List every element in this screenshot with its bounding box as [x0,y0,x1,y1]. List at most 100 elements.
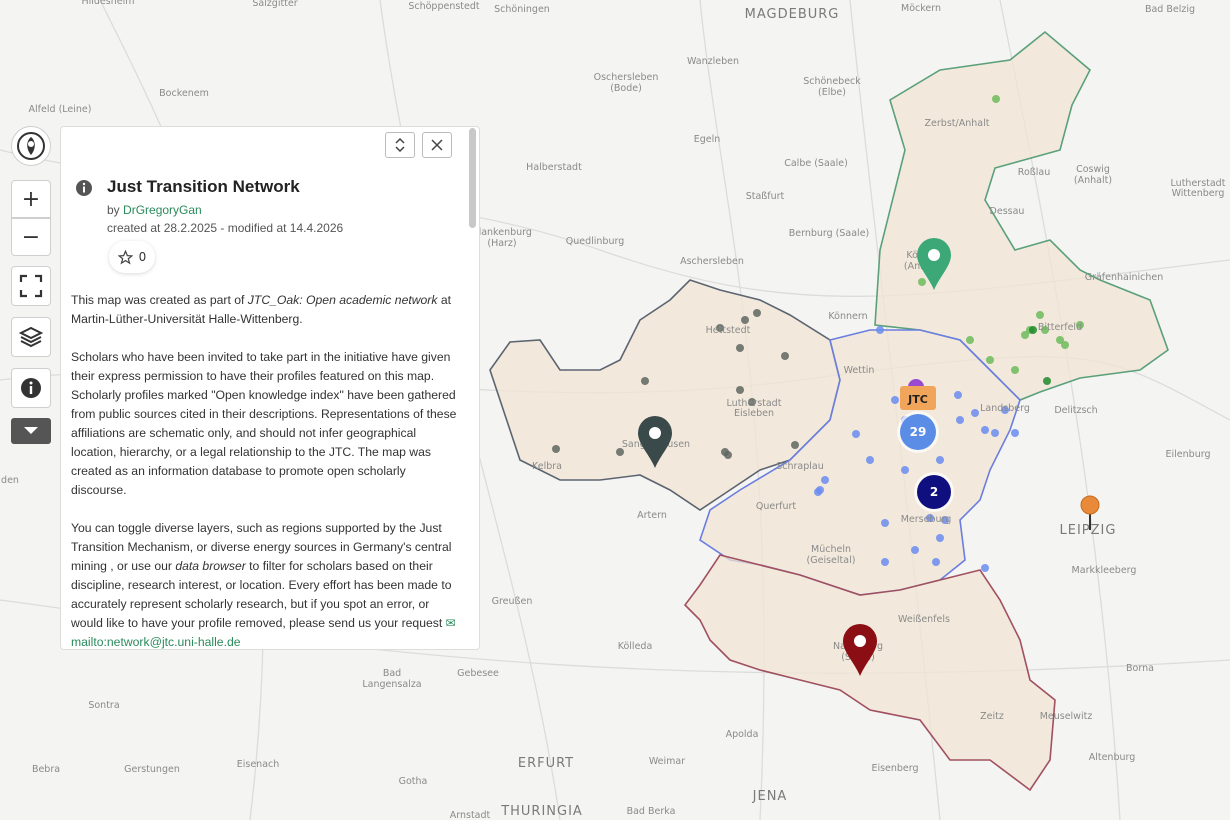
date-line: created at 28.2.2025 - modified at 14.4.… [107,221,344,235]
place-label: Markkleeberg [1072,565,1137,576]
scholar-dot[interactable] [932,558,940,566]
layers-icon [19,326,43,348]
place-label: Borna [1126,663,1154,674]
scholar-dot[interactable] [736,344,744,352]
place-label: Roßlau [1018,167,1050,178]
place-label: Mücheln [811,544,851,555]
place-label: den [1,475,19,486]
scholar-dot[interactable] [992,95,1000,103]
place-label: Delitzsch [1054,405,1097,416]
scholar-dot[interactable] [781,352,789,360]
place-label: Bitterfeld [1038,322,1082,333]
panel-expand-button[interactable] [385,132,415,158]
scholar-dot[interactable] [552,445,560,453]
place-label: (Elbe) [818,87,846,98]
scholar-dot[interactable] [918,278,926,286]
place-label: Schraplau [776,461,824,472]
place-label: Zeitz [980,711,1004,722]
scholar-dot[interactable] [936,534,944,542]
info-button[interactable] [11,368,51,408]
scholar-dot[interactable] [956,416,964,424]
place-label: Schönebeck [803,76,861,87]
scholar-dot[interactable] [891,396,899,404]
place-label: Schöningen [494,4,550,15]
scroll-thumb[interactable] [469,128,476,228]
author-link[interactable]: DrGregoryGan [123,203,202,217]
place-label: Altenburg [1089,752,1136,763]
layers-button[interactable] [11,317,51,357]
logo-button[interactable] [11,126,51,166]
star-count: 0 [138,250,147,264]
scholar-dot[interactable] [852,430,860,438]
scholar-dot[interactable] [1043,377,1051,385]
star-button[interactable]: 0 [109,241,155,273]
cluster-marker[interactable]: 29 [897,411,939,453]
scholar-dot[interactable] [866,456,874,464]
collapse-toggle[interactable] [11,418,51,444]
info-panel: Just Transition Network by DrGregoryGan … [60,126,480,650]
scholar-dot[interactable] [1011,429,1019,437]
place-label: Apolda [726,729,759,740]
cluster-marker[interactable]: 2 [914,472,954,512]
place-label: Wanzleben [687,56,739,67]
desc-paragraph-2: Scholars who have been invited to take p… [71,350,457,497]
place-label: Bockenem [159,88,209,99]
place-label: Salzgitter [252,0,297,9]
fullscreen-button[interactable] [11,266,51,306]
scholar-dot[interactable] [1021,331,1029,339]
panel-scrollbar[interactable] [466,126,480,650]
place-label: Bad Berka [627,806,676,817]
city-label: LEIPZIG [1060,523,1117,538]
panel-close-button[interactable] [422,132,452,158]
info-circle-icon [76,180,92,196]
place-label: Quedlinburg [566,236,625,247]
scholar-dot[interactable] [936,456,944,464]
scholar-dot[interactable] [881,558,889,566]
scholar-dot[interactable] [954,391,962,399]
place-label: Aschersleben [680,256,744,267]
place-label: (Anhalt) [1074,175,1112,186]
svg-text:JTC: JTC [907,393,928,406]
place-label: Hettstedt [706,325,751,336]
scholar-dot[interactable] [1061,341,1069,349]
scholar-dot[interactable] [971,409,979,417]
scholar-dot[interactable] [991,429,999,437]
scholar-dot[interactable] [724,451,732,459]
scholar-dot[interactable] [901,466,909,474]
desc-paragraph-1: This map was created as part of JTC_Oak:… [71,293,452,326]
zoom-in-button[interactable]: + [11,180,51,218]
scholar-dot[interactable] [981,426,989,434]
place-label: Eilenburg [1166,449,1211,460]
scholar-dot[interactable] [986,356,994,364]
cluster-count: 2 [930,485,938,499]
place-label: Eisenberg [871,763,918,774]
data-browser-link[interactable]: data browser [175,559,245,573]
scholar-dot[interactable] [876,326,884,334]
info-icon [21,378,41,398]
scholar-dot[interactable] [814,488,822,496]
description: This map was created as part of JTC_Oak:… [71,291,463,649]
place-label: Bad [383,668,401,679]
place-label: Kölleda [618,641,653,652]
scholar-dot[interactable] [881,519,889,527]
close-icon [431,139,443,151]
scholar-dot[interactable] [1036,311,1044,319]
scholar-dot[interactable] [641,377,649,385]
chevron-up-down-icon [395,138,405,152]
scholar-dot[interactable] [753,309,761,317]
scholar-dot[interactable] [791,441,799,449]
place-label: (Geiseltal) [807,555,856,566]
city-label: THURINGIA [500,804,583,819]
scholar-dot[interactable] [966,336,974,344]
scholar-dot[interactable] [821,476,829,484]
scholar-dot[interactable] [736,386,744,394]
zoom-out-button[interactable]: − [11,218,51,256]
scholar-dot[interactable] [1011,366,1019,374]
scholar-dot[interactable] [911,546,919,554]
place-label: Calbe (Saale) [784,158,848,169]
place-label: Wettin [844,365,875,376]
scholar-dot[interactable] [1029,326,1037,334]
scholar-dot[interactable] [981,564,989,572]
scholar-dot[interactable] [741,316,749,324]
place-label: Gräfenhainichen [1085,272,1164,283]
